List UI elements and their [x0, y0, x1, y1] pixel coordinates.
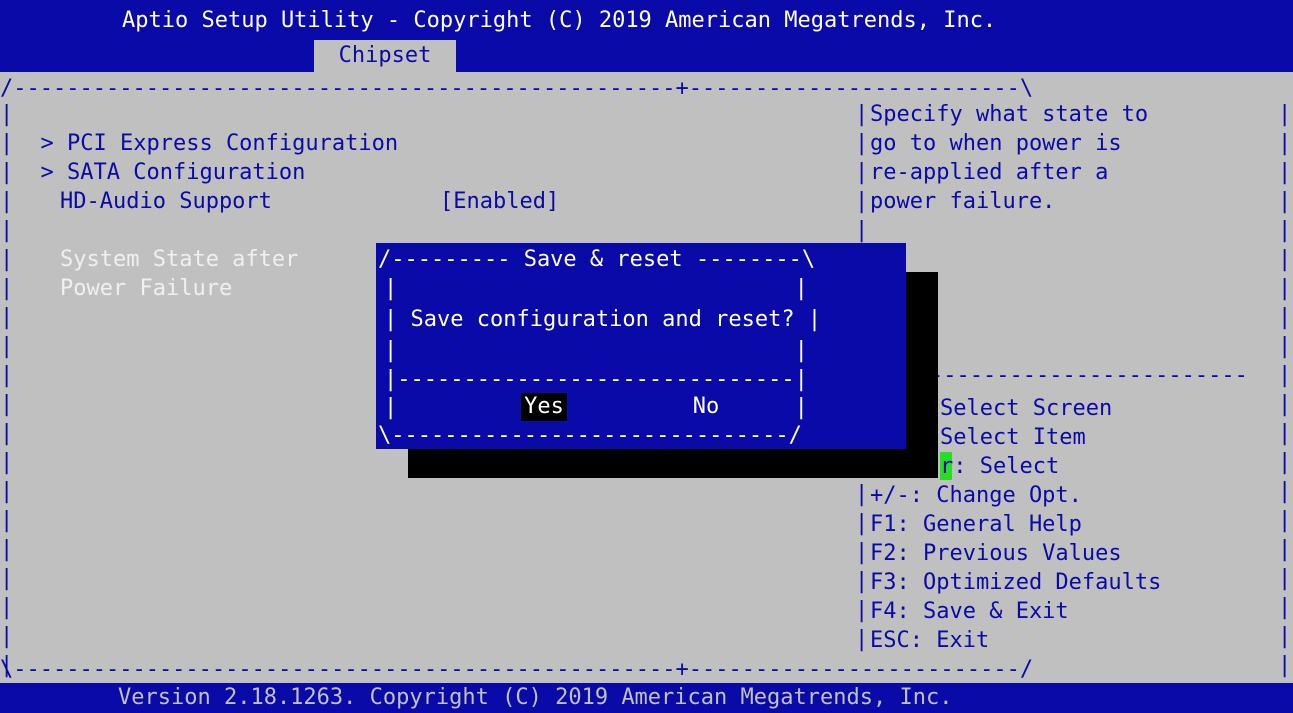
- dialog-bottom: \------------------------------/: [378, 423, 802, 448]
- key-help-line: Select Item: [940, 425, 1086, 450]
- menu-item-label: SATA Configuration: [67, 160, 306, 185]
- left-frame-edge: | | | | | | | | | | | | | | | | | | | |: [0, 102, 14, 678]
- keys-separator: ------------------------: [930, 363, 1248, 388]
- key-help-line: F3: Optimized Defaults: [870, 570, 1162, 595]
- frame-top-border: /---------------------------------------…: [0, 76, 1034, 101]
- dialog-question-row: | Save configuration and reset? |: [384, 307, 822, 332]
- dialog-edge: | |: [384, 395, 808, 420]
- help-line: re-applied after a: [870, 160, 1109, 185]
- key-help-line: ESC: Exit: [870, 628, 990, 653]
- help-line: power failure.: [870, 189, 1056, 214]
- save-reset-dialog: /--------- Save & reset --------\ | | | …: [376, 243, 906, 449]
- key-help-line: +/-: Change Opt.: [870, 483, 1082, 508]
- dialog-question: Save configuration and reset?: [410, 307, 795, 332]
- dialog-separator: |------------------------------|: [384, 367, 808, 392]
- bios-footer: Version 2.18.1263. Copyright (C) 2019 Am…: [0, 683, 1293, 713]
- hd-audio-label: HD-Audio Support: [60, 189, 272, 214]
- frame-bottom-border: \---------------------------------------…: [0, 657, 1034, 682]
- key-help-line: r: Select: [940, 454, 1060, 479]
- no-button[interactable]: No: [676, 393, 736, 421]
- header-title: Aptio Setup Utility - Copyright (C) 2019…: [122, 8, 997, 33]
- yes-button[interactable]: Yes: [521, 393, 567, 421]
- bios-header: Aptio Setup Utility - Copyright (C) 2019…: [0, 0, 1293, 72]
- key-help-line: F1: General Help: [870, 512, 1082, 537]
- help-line: Specify what state to: [870, 102, 1149, 127]
- footer-version: Version 2.18.1263. Copyright (C) 2019 Am…: [118, 685, 953, 710]
- divider-edge: | | | | |: [855, 102, 869, 243]
- divider-edge-lower: | | | | | |: [855, 482, 869, 652]
- system-state-label-line2: Power Failure: [60, 276, 233, 301]
- tab-chipset[interactable]: Chipset: [314, 40, 456, 72]
- hd-audio-value[interactable]: [Enabled]: [440, 187, 559, 216]
- help-line: go to when power is: [870, 131, 1122, 156]
- key-help-line: F4: Save & Exit: [870, 599, 1069, 624]
- menu-item-sata[interactable]: > SATA Configuration: [14, 129, 306, 187]
- system-state-label[interactable]: System State after: [60, 245, 298, 274]
- key-help-line: Select Screen: [940, 396, 1113, 421]
- key-help-line: F2: Previous Values: [870, 541, 1122, 566]
- submenu-arrow-icon: >: [40, 160, 54, 185]
- dialog-title: /--------- Save & reset --------\: [378, 247, 816, 272]
- dialog-edge: | |: [384, 338, 808, 363]
- dialog-edge: | |: [384, 276, 808, 301]
- right-frame-edge: | | | | | | | | | | | | | | | | | | | |: [1278, 102, 1292, 678]
